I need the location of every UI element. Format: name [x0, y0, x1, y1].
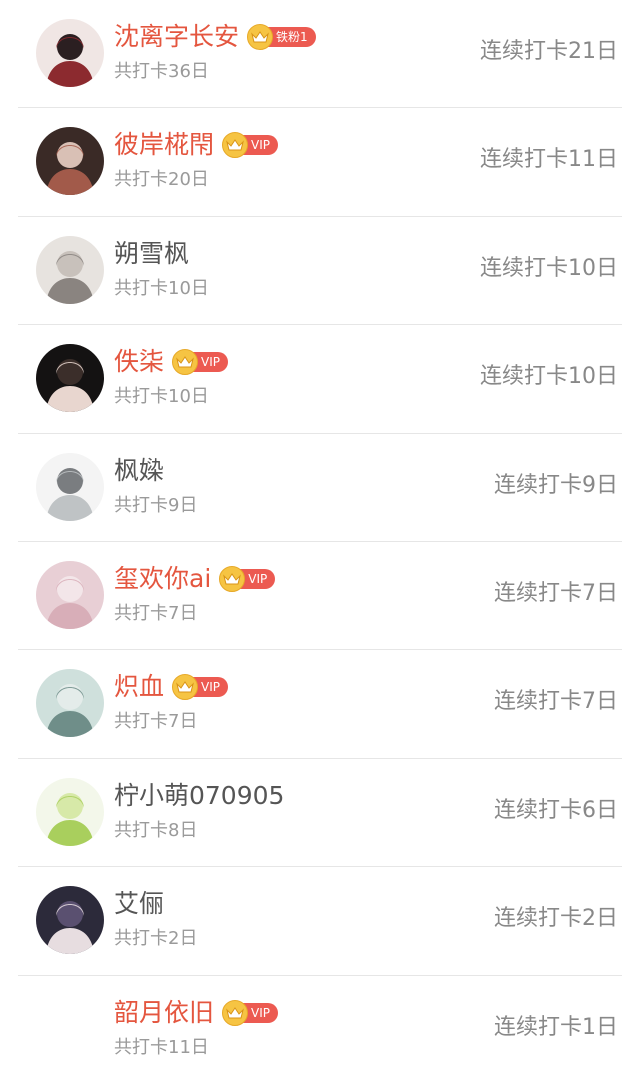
avatar[interactable]	[36, 669, 104, 738]
list-item[interactable]: 佚柒 VIP 共打卡10日 连续打卡10日	[18, 325, 622, 434]
avatar[interactable]	[36, 127, 104, 196]
total-checkins: 共打卡7日	[114, 711, 198, 733]
avatar[interactable]	[36, 560, 104, 629]
streak-checkins: 连续打卡10日	[480, 255, 618, 281]
list-item[interactable]: 枫媣共打卡9日 连续打卡9日	[18, 434, 622, 542]
checkin-ranking-list: 沈离字长安 铁粉1 共打卡36日 连续打卡21日彼岸椛閇 VIP 共打卡20日 连续打卡11…	[0, 0, 640, 1081]
total-checkins: 共打卡36日	[114, 61, 209, 82]
user-name[interactable]: 枫媣	[114, 454, 164, 488]
crown-icon	[172, 349, 199, 376]
total-checkins: 共打卡10日	[114, 386, 209, 408]
name-line: 沈离字长安 铁粉1	[114, 20, 316, 54]
name-line: 朔雪枫	[114, 237, 189, 271]
user-name[interactable]: 柠小萌070905	[114, 779, 284, 813]
crown-icon	[247, 24, 274, 50]
total-checkins: 共打卡20日	[114, 169, 209, 191]
list-item[interactable]: 炽血 VIP 共打卡7日 连续打卡7日	[18, 650, 622, 759]
name-line: 艾俪	[114, 887, 164, 921]
list-item[interactable]: 彼岸椛閇 VIP 共打卡20日 连续打卡11日	[18, 108, 622, 217]
streak-checkins: 连续打卡6日	[494, 797, 618, 823]
avatar[interactable]	[36, 344, 104, 413]
vip-badge: VIP	[219, 565, 276, 592]
user-name[interactable]: 韶月依旧	[114, 996, 214, 1030]
streak-checkins: 连续打卡1日	[494, 1014, 618, 1040]
name-line: 炽血 VIP	[114, 670, 228, 704]
streak-checkins: 连续打卡9日	[494, 472, 618, 498]
vip-badge: VIP	[222, 132, 278, 159]
streak-checkins: 连续打卡11日	[480, 147, 618, 173]
avatar[interactable]	[36, 19, 104, 87]
user-name[interactable]: 艾俪	[114, 887, 164, 921]
name-line: 柠小萌070905	[114, 779, 284, 813]
streak-checkins: 连续打卡21日	[480, 39, 618, 64]
streak-checkins: 连续打卡10日	[480, 364, 618, 390]
name-line: 玺欢你ai VIP	[114, 562, 276, 596]
total-checkins: 共打卡10日	[114, 277, 209, 299]
list-item[interactable]: 朔雪枫共打卡10日 连续打卡10日	[18, 217, 622, 326]
list-item[interactable]: 艾俪共打卡2日 连续打卡2日	[18, 867, 622, 976]
user-name[interactable]: 彼岸椛閇	[114, 128, 214, 162]
crown-icon	[222, 999, 249, 1026]
streak-checkins: 连续打卡7日	[494, 580, 618, 606]
streak-checkins: 连续打卡2日	[494, 906, 618, 932]
total-checkins: 共打卡11日	[114, 1036, 209, 1058]
list-item[interactable]: 韶月依旧 VIP 共打卡11日 连续打卡1日	[18, 976, 622, 1084]
total-checkins: 共打卡8日	[114, 819, 198, 841]
vip-badge: VIP	[172, 349, 228, 376]
avatar[interactable]	[36, 777, 104, 846]
list-item[interactable]: 柠小萌070905 共打卡8日 连续打卡6日	[18, 759, 622, 868]
name-line: 佚柒 VIP	[114, 345, 228, 379]
list-item[interactable]: 沈离字长安 铁粉1 共打卡36日 连续打卡21日	[18, 0, 622, 109]
total-checkins: 共打卡7日	[114, 602, 198, 624]
vip-badge: VIP	[172, 674, 228, 701]
avatar[interactable]	[36, 452, 104, 521]
user-name[interactable]: 沈离字长安	[114, 20, 239, 54]
name-line: 韶月依旧 VIP	[114, 996, 278, 1030]
user-name[interactable]: 炽血	[114, 670, 164, 704]
streak-checkins: 连续打卡7日	[494, 689, 618, 715]
avatar[interactable]	[36, 235, 104, 304]
vip-badge: VIP	[222, 999, 278, 1026]
avatar[interactable]	[36, 886, 104, 955]
user-name[interactable]: 佚柒	[114, 345, 164, 379]
name-line: 彼岸椛閇 VIP	[114, 128, 278, 162]
total-checkins: 共打卡9日	[114, 494, 198, 516]
list-item[interactable]: 玺欢你ai VIP 共打卡7日 连续打卡7日	[18, 542, 622, 651]
vip-badge: 铁粉1	[247, 24, 316, 50]
total-checkins: 共打卡2日	[114, 928, 198, 950]
user-name[interactable]: 玺欢你ai	[114, 562, 211, 596]
name-line: 枫媣	[114, 454, 164, 488]
avatar[interactable]	[36, 995, 104, 1063]
user-name[interactable]: 朔雪枫	[114, 237, 189, 271]
